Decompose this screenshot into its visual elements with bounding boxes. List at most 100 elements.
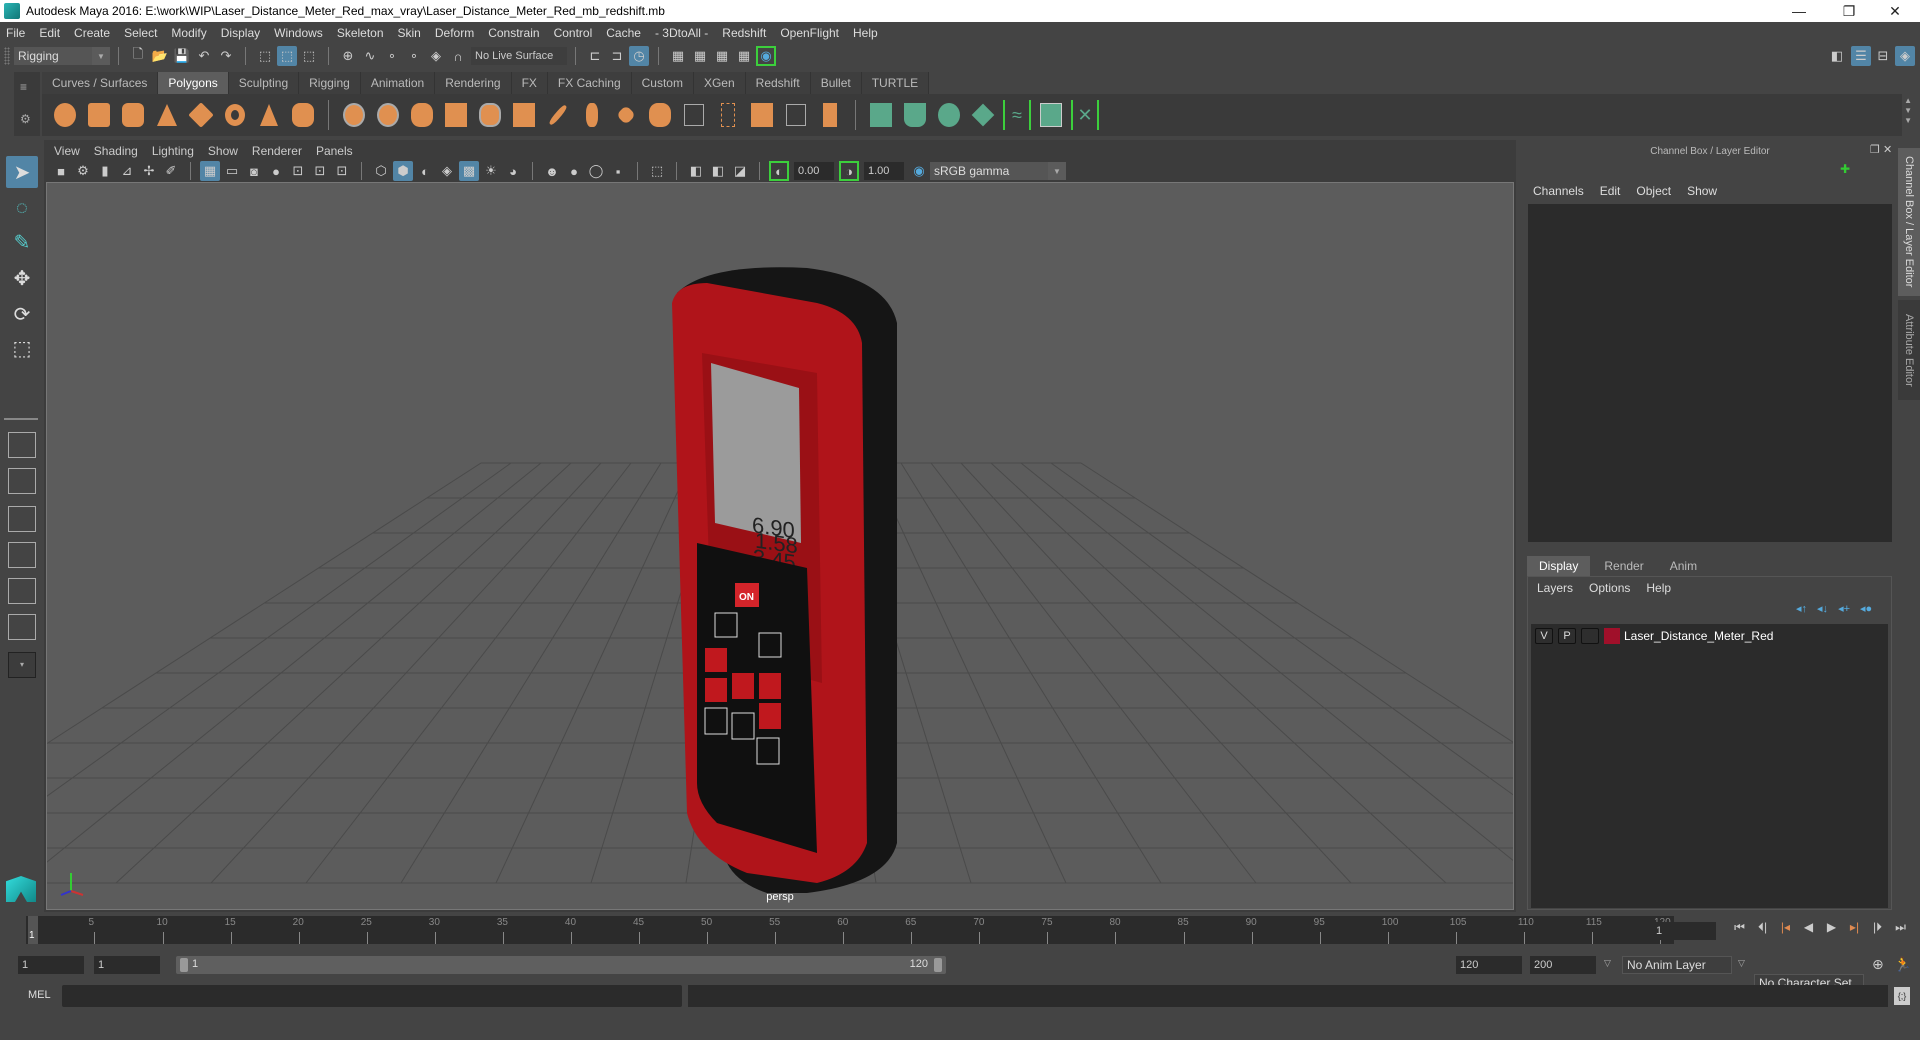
wedge-icon[interactable] (748, 100, 776, 130)
xray-icon[interactable]: ◧ (686, 161, 706, 181)
step-back-key-icon[interactable]: ⏴| (1751, 920, 1774, 935)
bookmark-icon[interactable]: ▮ (95, 161, 115, 181)
default-material-icon[interactable]: ◐ (415, 161, 435, 181)
gamma-field[interactable]: 1.00 (864, 162, 904, 180)
vp-menu-shading[interactable]: Shading (94, 144, 138, 158)
shelf-tab-redshift[interactable]: Redshift (745, 72, 811, 94)
animation-start-field[interactable]: 1 (18, 956, 84, 974)
anti-aliasing-icon[interactable]: ◯ (586, 161, 606, 181)
scale-tool-icon[interactable]: ⬚ (6, 332, 38, 364)
character-set-arrow-icon[interactable]: ▽ (1738, 958, 1745, 969)
cb-menu-object[interactable]: Object (1636, 184, 1671, 198)
cb-menu-show[interactable]: Show (1687, 184, 1717, 198)
append-polygon-icon[interactable] (680, 100, 708, 130)
safe-title-icon[interactable]: ⊡ (332, 161, 352, 181)
cb-menu-edit[interactable]: Edit (1600, 184, 1621, 198)
2d-pan-zoom-icon[interactable]: ✢ (139, 161, 159, 181)
screen-space-ao-icon[interactable]: ☻ (542, 161, 562, 181)
shelf-tab-fx-caching[interactable]: FX Caching (547, 72, 632, 94)
shelf-tab-curves-surfaces[interactable]: Curves / Surfaces (42, 72, 159, 94)
close-button[interactable]: ✕ (1872, 0, 1918, 22)
menu-control[interactable]: Control (554, 26, 593, 40)
menuset-dropdown[interactable]: Rigging ▼ (14, 47, 110, 65)
render-current-icon[interactable]: ▦ (690, 46, 710, 66)
laser-distance-meter-model[interactable]: 6.90 1.58 3.45 19.1 ON (672, 267, 897, 893)
textured-icon[interactable]: ▩ (459, 161, 479, 181)
field-chart-icon[interactable]: ⊡ (288, 161, 308, 181)
collapse-icon[interactable] (816, 100, 844, 130)
poly-torus-icon[interactable] (221, 100, 249, 130)
vp-menu-panels[interactable]: Panels (316, 144, 353, 158)
shelf-tab-sculpting[interactable]: Sculpting (228, 72, 300, 94)
poly-pyramid-icon[interactable] (255, 100, 283, 130)
undo-icon[interactable]: ↶ (194, 46, 214, 66)
play-backward-icon[interactable]: ◀ (1797, 920, 1820, 935)
time-slider[interactable]: 1 5 10 15 20 25 30 35 40 45 50 55 60 65 70 75 80 85 90 95 1… (26, 916, 1674, 944)
anim-layer-arrow-icon[interactable]: ▽ (1604, 958, 1611, 969)
new-layer-from-selected-icon[interactable]: ◂● (1860, 602, 1872, 615)
time-slider-grip[interactable] (0, 916, 26, 944)
go-to-end-icon[interactable]: ⏭ (1889, 920, 1912, 935)
motion-blur-icon[interactable]: ● (564, 161, 584, 181)
close-panel-icon[interactable]: ✕ (1883, 143, 1892, 156)
side-tab-attribute-editor[interactable]: Attribute Editor (1898, 300, 1920, 400)
new-scene-icon[interactable]: 🗋 (128, 46, 148, 66)
more-layouts-icon[interactable]: ▾ (8, 652, 36, 678)
menu-skeleton[interactable]: Skeleton (337, 26, 384, 40)
grip-handle[interactable] (4, 47, 10, 65)
layer-menu-options[interactable]: Options (1589, 581, 1630, 595)
mirror-icon[interactable] (408, 100, 436, 130)
float-panel-icon[interactable]: ❐ (1870, 143, 1880, 156)
layer-row[interactable]: V P Laser_Distance_Meter_Red (1535, 627, 1773, 645)
menu-help[interactable]: Help (853, 26, 878, 40)
persp-graph-hypergraph-layout-icon[interactable] (8, 614, 36, 640)
select-hierarchy-icon[interactable]: ⬚ (255, 46, 275, 66)
automatic-uv-icon[interactable] (969, 100, 997, 130)
construction-history-icon[interactable]: ◷ (629, 46, 649, 66)
vp-menu-view[interactable]: View (54, 144, 80, 158)
vp-menu-show[interactable]: Show (208, 144, 238, 158)
unfold-uv-icon[interactable]: ≈ (1003, 100, 1031, 130)
four-view-layout-icon[interactable] (8, 468, 36, 494)
gamma-icon[interactable]: ◑ (839, 161, 859, 181)
separate-icon[interactable] (374, 100, 402, 130)
vp-menu-renderer[interactable]: Renderer (252, 144, 302, 158)
color-management-icon[interactable]: ◉ (909, 161, 929, 181)
rotate-tool-icon[interactable]: ⟳ (6, 298, 38, 330)
step-forward-frame-icon[interactable]: ▸| (1843, 920, 1866, 935)
shelf-settings-icon[interactable]: ⚙ (20, 112, 31, 126)
snap-point-icon[interactable]: ∘ (382, 46, 402, 66)
poly-sphere-icon[interactable] (51, 100, 79, 130)
play-forward-icon[interactable]: ▶ (1820, 920, 1843, 935)
wireframe-on-shaded-icon[interactable]: ◈ (437, 161, 457, 181)
menu-windows[interactable]: Windows (274, 26, 323, 40)
open-scene-icon[interactable]: 📂 (150, 46, 170, 66)
playback-end-field[interactable]: 120 (1456, 956, 1522, 974)
fill-hole-icon[interactable] (714, 100, 742, 130)
layer-visibility-toggle[interactable]: V (1535, 628, 1553, 644)
layer-tab-display[interactable]: Display (1527, 556, 1591, 576)
menu-skin[interactable]: Skin (398, 26, 421, 40)
uv-editor-icon[interactable] (1037, 100, 1065, 130)
xray-active-icon[interactable]: ◧ (708, 161, 728, 181)
persp-outliner-layout-icon[interactable] (8, 506, 36, 532)
shelf-tab-fx[interactable]: FX (511, 72, 548, 94)
gate-mask-icon[interactable]: ● (266, 161, 286, 181)
layer-color-swatch[interactable] (1604, 628, 1620, 644)
menu-redshift[interactable]: Redshift (722, 26, 766, 40)
snap-surface-icon[interactable]: ◈ (426, 46, 446, 66)
film-gate-icon[interactable]: ▭ (222, 161, 242, 181)
layer-display-type-toggle[interactable] (1581, 628, 1599, 644)
minimize-button[interactable]: — (1776, 0, 1822, 22)
menu-3dtoall[interactable]: - 3DtoAll - (655, 26, 708, 40)
restore-button[interactable]: ❐ (1826, 0, 1872, 22)
redo-icon[interactable]: ↷ (216, 46, 236, 66)
extrude-icon[interactable] (578, 100, 606, 130)
vp-menu-lighting[interactable]: Lighting (152, 144, 194, 158)
perspective-viewport[interactable]: 6.90 1.58 3.45 19.1 ON persp (46, 182, 1514, 910)
shadows-icon[interactable]: ◕ (503, 161, 523, 181)
poly-pipe-icon[interactable] (289, 100, 317, 130)
paint-select-tool-icon[interactable]: ✎ (6, 226, 38, 258)
single-perspective-layout-icon[interactable] (8, 432, 36, 458)
spherical-uv-icon[interactable] (935, 100, 963, 130)
